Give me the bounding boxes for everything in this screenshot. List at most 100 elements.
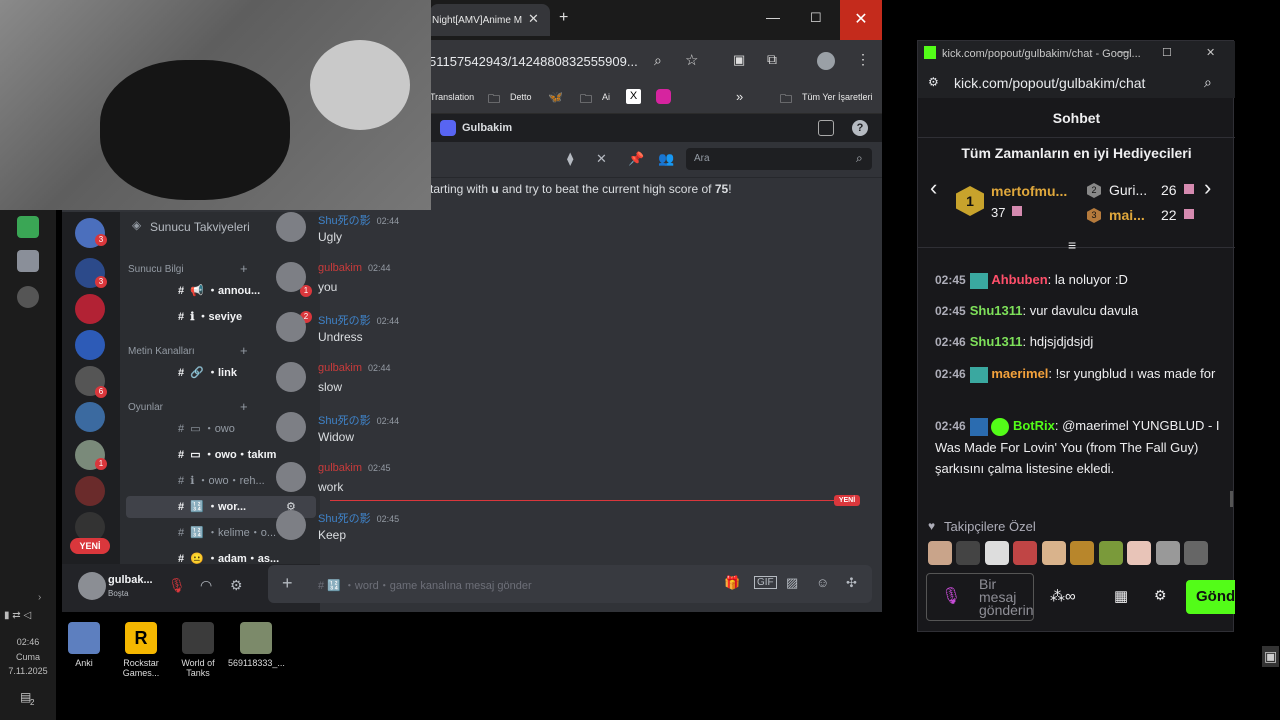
avatar[interactable] [276,212,306,242]
close-icon[interactable]: ✕ [1206,46,1215,59]
kick-url-bar[interactable]: ⚙ kick.com/popout/gulbakim/chat ⌕ [918,68,1235,98]
add-channel-icon[interactable]: + [240,261,248,276]
gifter-name[interactable]: mai... [1109,207,1145,223]
side-panel-icon[interactable]: ▣ [1262,646,1280,667]
gif-icon[interactable]: GIF [754,576,777,589]
emote-picker-icon[interactable]: ⁂∞ [1050,587,1076,605]
threads-icon[interactable]: ⧫ [567,151,573,167]
emote-icon[interactable] [984,541,1009,565]
desktop-icon-image[interactable]: 569118333_... [228,622,285,668]
avatar[interactable] [276,312,306,342]
avatar[interactable] [276,462,306,492]
app-icon[interactable] [17,216,39,238]
emote-icon[interactable] [1070,541,1095,565]
new-tab-icon[interactable]: + [559,9,568,27]
message-input[interactable]: + # 🔢 ・word・game kanalına mesaj gönder 🎁… [268,565,872,603]
maximize-icon[interactable]: ☐ [810,10,822,26]
more-bookmarks-icon[interactable]: » [736,89,743,104]
message-author[interactable]: gulbakim 02:44 [318,362,391,374]
scrollbar[interactable] [1230,491,1233,507]
clock-time[interactable]: 02:46 [0,637,56,647]
message-author[interactable]: gulbakim 02:45 [318,462,391,474]
profile-avatar[interactable] [817,52,835,70]
search-input[interactable]: Ara ⌕ [686,148,872,170]
zoom-icon[interactable]: ⌕ [654,52,662,69]
inbox-icon[interactable] [818,120,834,136]
avatar[interactable] [276,262,306,292]
extensions-icon[interactable]: ⧉ [767,51,777,68]
emote-icon[interactable] [1155,541,1180,565]
message-author[interactable]: gulbakim 02:44 [318,262,391,274]
bookmark-all[interactable]: Tüm Yer İşaretleri [802,92,873,102]
tray-icons[interactable]: ▮ ⇄ ◁ [4,610,31,621]
store-icon[interactable]: ▦ [1114,587,1128,605]
chevron-up-icon[interactable]: › [38,592,41,603]
category-info[interactable]: Sunucu Bilgi [128,264,184,275]
desktop-icon-anki[interactable]: Anki [56,622,112,668]
chat-input[interactable]: 🎙 Bir mesaj gönderin [926,573,1034,621]
help-icon[interactable]: ? [852,120,868,136]
collapse-icon[interactable]: ≡ [1068,237,1076,253]
server-icon[interactable] [75,476,105,506]
server-boosts[interactable]: Sunucu Takviyeleri [150,220,250,234]
bookmark-ai[interactable]: Ai [602,92,610,102]
minimize-icon[interactable]: — [766,9,780,25]
gifter-name[interactable]: Guri... [1109,182,1147,198]
message-author[interactable]: Shu死の影 02:44 [318,212,399,228]
bookmark-translation[interactable]: Translation [430,92,474,102]
emoji-icon[interactable]: ☺ [816,575,829,590]
emote-icon[interactable] [928,541,952,565]
emote-icon[interactable] [956,541,981,565]
message-author[interactable]: Shu死の影 02:45 [318,510,399,526]
x-icon[interactable]: X [626,89,641,104]
new-pill[interactable]: YENİ [70,538,110,554]
microphone-icon[interactable]: 🎙 [941,586,961,606]
add-channel-icon[interactable]: + [240,343,248,358]
category-games[interactable]: Oyunlar [128,402,163,413]
user-settings-icon[interactable]: ⚙ [230,577,243,594]
avatar[interactable] [276,510,306,540]
emote-icon[interactable] [1127,541,1152,565]
chevron-right-icon[interactable]: › [1204,175,1211,201]
desktop-icon-wot[interactable]: World of Tanks [170,622,226,678]
message-author[interactable]: Shu死の影 02:44 [318,312,399,328]
avatar[interactable] [78,572,106,600]
site-info-icon[interactable]: ⚙ [928,75,939,89]
server-icon[interactable] [75,402,105,432]
tab-close-icon[interactable]: ✕ [528,11,539,27]
bookmark-star-icon[interactable]: ☆ [685,51,698,69]
emote-icon[interactable] [1184,541,1209,565]
maximize-icon[interactable]: ☐ [1162,46,1172,59]
message-author[interactable]: Shu死の影 02:44 [318,412,399,428]
instagram-icon[interactable] [656,89,671,104]
chevron-left-icon[interactable]: ‹ [930,175,937,201]
minimize-icon[interactable]: — [1118,46,1129,58]
app-icon[interactable] [17,286,39,308]
pin-icon[interactable]: 📌 [628,151,644,167]
zoom-icon[interactable]: ⌕ [1204,74,1212,91]
menu-icon[interactable]: ⋮ [856,51,870,68]
send-button[interactable]: Gönd [1186,580,1235,614]
sticker-icon[interactable]: ▨ [786,575,798,591]
headset-icon[interactable]: ◠ [200,577,212,594]
desktop-icon-rockstar[interactable]: R Rockstar Games... [113,622,169,678]
server-icon[interactable] [75,330,105,360]
avatar[interactable] [276,362,306,392]
bookmark-detto[interactable]: Detto [510,92,532,102]
app-icon[interactable] [17,250,39,272]
chat-settings-icon[interactable]: ⚙ [1154,587,1167,604]
emote-icon[interactable] [1098,541,1123,565]
emote-icon[interactable] [1041,541,1066,565]
gifter-name[interactable]: mertofmu... [991,183,1067,199]
emote-icon[interactable] [1013,541,1038,565]
add-channel-icon[interactable]: + [240,399,248,414]
server-icon[interactable] [75,294,105,324]
url-text[interactable]: 51157542943/1424880832555909... [429,54,638,69]
username[interactable]: gulbak... [108,574,153,586]
cast-icon[interactable]: ▣ [733,52,745,68]
apps-icon[interactable]: ✣ [846,575,857,591]
attach-icon[interactable]: + [282,573,293,594]
microphone-muted-icon[interactable]: 🎙 [168,577,186,594]
mute-icon[interactable]: ✕ [596,151,607,167]
avatar[interactable] [276,412,306,442]
